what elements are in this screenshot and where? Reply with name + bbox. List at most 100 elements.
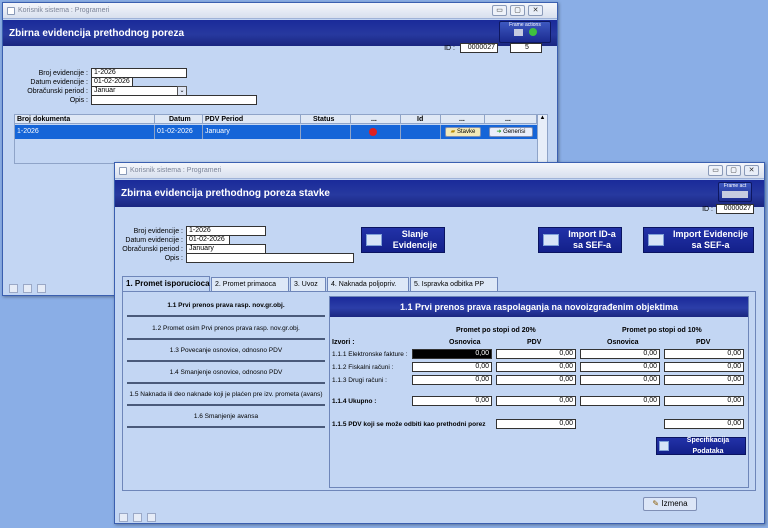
- pdv-odbitak-20[interactable]: 0,00: [496, 419, 576, 429]
- id-field[interactable]: 0000027: [460, 43, 498, 53]
- table-row[interactable]: 1-2026 01-02-2026 January ▰ Stavke ➜ Gen…: [15, 125, 537, 139]
- input-1-1-2-pdv-10[interactable]: 0,00: [664, 362, 744, 372]
- frame-actions[interactable]: Frame act: [718, 182, 752, 202]
- doc-icon: [659, 441, 669, 451]
- input-1-1-2-osnovica-10[interactable]: 0,00: [580, 362, 660, 372]
- izmena-button[interactable]: ✎ Izmena: [643, 497, 697, 511]
- ukupno-pdv-10[interactable]: 0,00: [664, 396, 744, 406]
- opis-field[interactable]: [186, 253, 354, 263]
- input-1-1-2-pdv-20[interactable]: 0,00: [496, 362, 576, 372]
- nav-item-1-3[interactable]: 1.3 Povecanje osnovice, odnosno PDV: [127, 341, 325, 362]
- input-1-1-1-osnovica-10[interactable]: 0,00: [580, 349, 660, 359]
- front-titlebar: Korisnik sistema : Programeri: [115, 163, 764, 179]
- tab-ispravka[interactable]: 5. Ispravka odbitka PP: [410, 277, 498, 291]
- izmena-label: Izmena: [661, 499, 688, 508]
- input-1-1-3-pdv-20[interactable]: 0,00: [496, 375, 576, 385]
- ukupno-pdv-20[interactable]: 0,00: [496, 396, 576, 406]
- pencil-icon: ✎: [652, 499, 660, 508]
- tab-uvoz[interactable]: 3. Uvoz: [290, 277, 326, 291]
- input-1-1-2-osnovica-20[interactable]: 0,00: [412, 362, 492, 372]
- row-label-ukupno: 1.1.4 Ukupno :: [332, 398, 377, 405]
- input-1-1-3-osnovica-10[interactable]: 0,00: [580, 375, 660, 385]
- col-broj[interactable]: Broj dokumenta: [15, 115, 155, 124]
- cell-period: January: [203, 125, 301, 139]
- folder-icon: ▰: [450, 129, 456, 135]
- period-label: Obračunski period :: [122, 246, 183, 253]
- import-ev-label: Import Evidencije sa SEF-a: [672, 229, 749, 250]
- datum-label: Datum evidencije :: [125, 237, 183, 244]
- col-osnovica-20: Osnovica: [449, 339, 481, 346]
- col-action2[interactable]: ...: [441, 115, 485, 124]
- table-scrollbar[interactable]: ▲: [537, 115, 547, 163]
- nav-item-1-2[interactable]: 1.2 Promet osim Prvi prenos prava rasp. …: [127, 319, 325, 340]
- import-id-button[interactable]: Import ID-a sa SEF-a: [538, 227, 622, 253]
- import-icon: [648, 234, 664, 246]
- import-id-label: Import ID-a sa SEF-a: [568, 229, 616, 250]
- window-title: Korisnik sistema : Programeri: [130, 167, 222, 174]
- input-1-1-3-osnovica-20[interactable]: 0,00: [412, 375, 492, 385]
- status-box: [119, 513, 128, 522]
- tab-promet-primaoca[interactable]: 2. Promet primaoca: [211, 277, 289, 291]
- window-icon: [119, 166, 127, 175]
- tab-content: 1.1 Prvi prenos prava rasp. nov.gr.obj. …: [122, 291, 756, 491]
- cell-id: [401, 125, 441, 139]
- broj-label: Broj evidencije :: [38, 70, 88, 77]
- input-1-1-1-osnovica-20[interactable]: 0,00: [412, 349, 492, 359]
- import-evidencije-button[interactable]: Import Evidencije sa SEF-a: [643, 227, 754, 253]
- ukupno-osnovica-20[interactable]: 0,00: [412, 396, 492, 406]
- col-status[interactable]: Status: [301, 115, 351, 124]
- col-action1[interactable]: ...: [351, 115, 401, 124]
- send-icon: [366, 234, 382, 246]
- window-icon: [7, 6, 15, 15]
- row-label-pdv-odbitak: 1.1.5 PDV koji se može odbiti kao pretho…: [332, 421, 486, 428]
- panel-title: 1.1 Prvi prenos prava raspolaganja na no…: [330, 297, 748, 317]
- generisi-button[interactable]: ➜ Generisi: [489, 127, 533, 137]
- generisi-label: Generisi: [503, 129, 526, 135]
- input-1-1-1-pdv-10[interactable]: 0,00: [664, 349, 744, 359]
- stavke-button[interactable]: ▰ Stavke: [445, 127, 481, 137]
- group-10-header: Promet po stopi od 10%: [622, 327, 702, 334]
- status-box: [147, 513, 156, 522]
- id-field[interactable]: 0000027: [716, 204, 754, 214]
- pdv-odbitak-10[interactable]: 0,00: [664, 419, 744, 429]
- input-1-1-3-pdv-10[interactable]: 0,00: [664, 375, 744, 385]
- nav-item-1-6[interactable]: 1.6 Smanjenje avansa: [127, 407, 325, 428]
- maximize-button[interactable]: ▢: [510, 5, 525, 16]
- period-label: Obračunski period :: [27, 88, 88, 95]
- detail-panel: 1.1 Prvi prenos prava raspolaganja na no…: [329, 296, 749, 488]
- id-label: ID :: [702, 206, 713, 213]
- tab-naknada[interactable]: 4. Naknada poljopriv.: [327, 277, 409, 291]
- close-button[interactable]: ✕: [744, 165, 759, 176]
- nav-item-1-4[interactable]: 1.4 Smanjenje osnovice, odnosno PDV: [127, 363, 325, 384]
- id-label: ID :: [444, 45, 455, 52]
- page-title: Zbirna evidencija prethodnog poreza stav…: [121, 188, 330, 199]
- izvori-label: Izvori :: [332, 339, 355, 346]
- col-pdv-period[interactable]: PDV Period: [203, 115, 301, 124]
- cell-status-dot[interactable]: [351, 125, 401, 139]
- ukupno-osnovica-10[interactable]: 0,00: [580, 396, 660, 406]
- front-window: Korisnik sistema : Programeri ▭ ▢ ✕ Zbir…: [114, 162, 765, 524]
- minimize-button[interactable]: ▭: [492, 5, 507, 16]
- nav-item-1-1[interactable]: 1.1 Prvi prenos prava rasp. nov.gr.obj.: [127, 296, 325, 317]
- print-icon[interactable]: [513, 29, 523, 36]
- input-1-1-1-pdv-20[interactable]: 0,00: [496, 349, 576, 359]
- confirm-icon[interactable]: [528, 28, 537, 36]
- close-button[interactable]: ✕: [528, 5, 543, 16]
- tab-promet-isporucioca[interactable]: 1. Promet isporucioca: [122, 276, 210, 291]
- minimize-button[interactable]: ▭: [708, 165, 723, 176]
- col-id[interactable]: Id: [401, 115, 441, 124]
- specifikacija-button[interactable]: Specifikacija Podataka: [656, 437, 746, 455]
- col-action3[interactable]: ...: [485, 115, 537, 124]
- maximize-button[interactable]: ▢: [726, 165, 741, 176]
- opis-field[interactable]: [91, 95, 257, 105]
- back-titlebar: Korisnik sistema : Programeri: [3, 3, 557, 19]
- col-pdv-20: PDV: [527, 339, 542, 346]
- frame-actions[interactable]: Frame actions: [499, 21, 551, 43]
- nav-item-1-5[interactable]: 1.5 Naknada ili deo naknade koji je plać…: [127, 385, 325, 406]
- slanje-evidencije-button[interactable]: Slanje Evidencije: [361, 227, 445, 253]
- datum-label: Datum evidencije :: [30, 79, 88, 86]
- front-header: Zbirna evidencija prethodnog poreza stav…: [115, 180, 764, 207]
- count-field[interactable]: 5: [510, 43, 542, 53]
- col-datum[interactable]: Datum: [155, 115, 203, 124]
- broj-label: Broj evidencije :: [133, 228, 183, 235]
